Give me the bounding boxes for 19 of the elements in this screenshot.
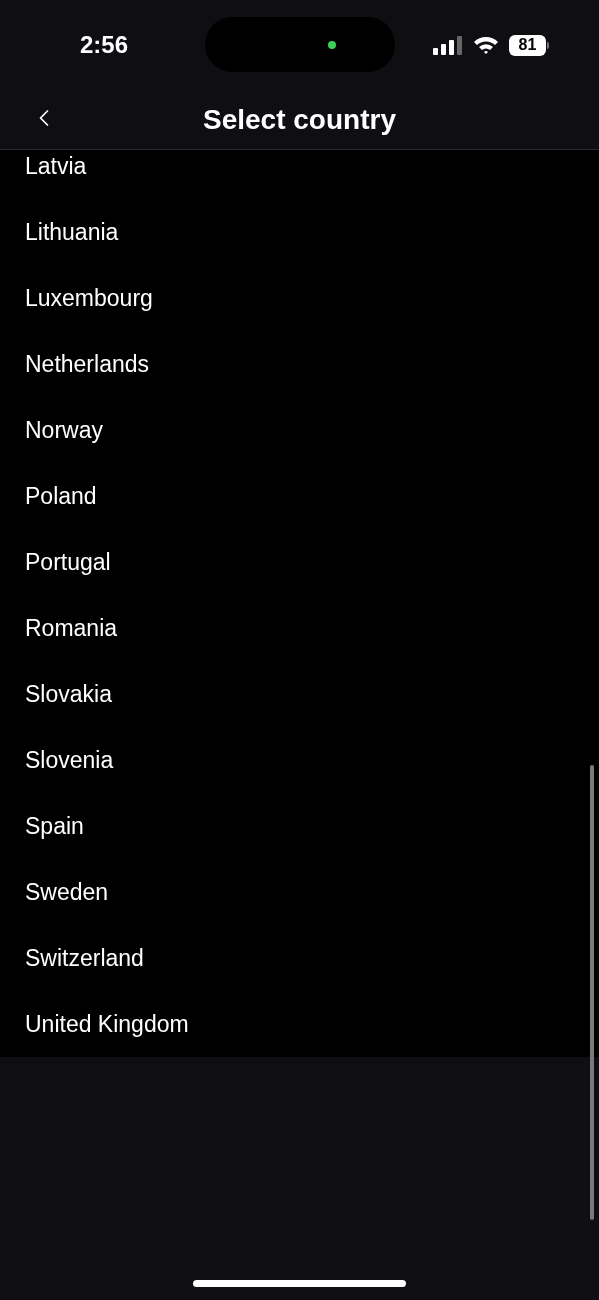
- country-item[interactable]: Romania: [0, 595, 599, 661]
- country-item[interactable]: United Kingdom: [0, 991, 599, 1057]
- country-item[interactable]: Switzerland: [0, 925, 599, 991]
- country-item[interactable]: Slovakia: [0, 661, 599, 727]
- country-item[interactable]: Spain: [0, 793, 599, 859]
- page-title: Select country: [203, 102, 396, 137]
- status-time: 2:56: [80, 30, 129, 60]
- country-item[interactable]: Sweden: [0, 859, 599, 925]
- country-item[interactable]: Lithuania: [0, 199, 599, 265]
- country-item[interactable]: Slovenia: [0, 727, 599, 793]
- country-item[interactable]: Norway: [0, 397, 599, 463]
- country-item[interactable]: Netherlands: [0, 331, 599, 397]
- battery-level: 81: [518, 37, 537, 53]
- wifi-icon: [473, 35, 499, 55]
- country-item[interactable]: Poland: [0, 463, 599, 529]
- country-item[interactable]: Portugal: [0, 529, 599, 595]
- country-item[interactable]: Latvia: [0, 150, 599, 199]
- country-item[interactable]: Luxembourg: [0, 265, 599, 331]
- signal-icon: [433, 35, 463, 55]
